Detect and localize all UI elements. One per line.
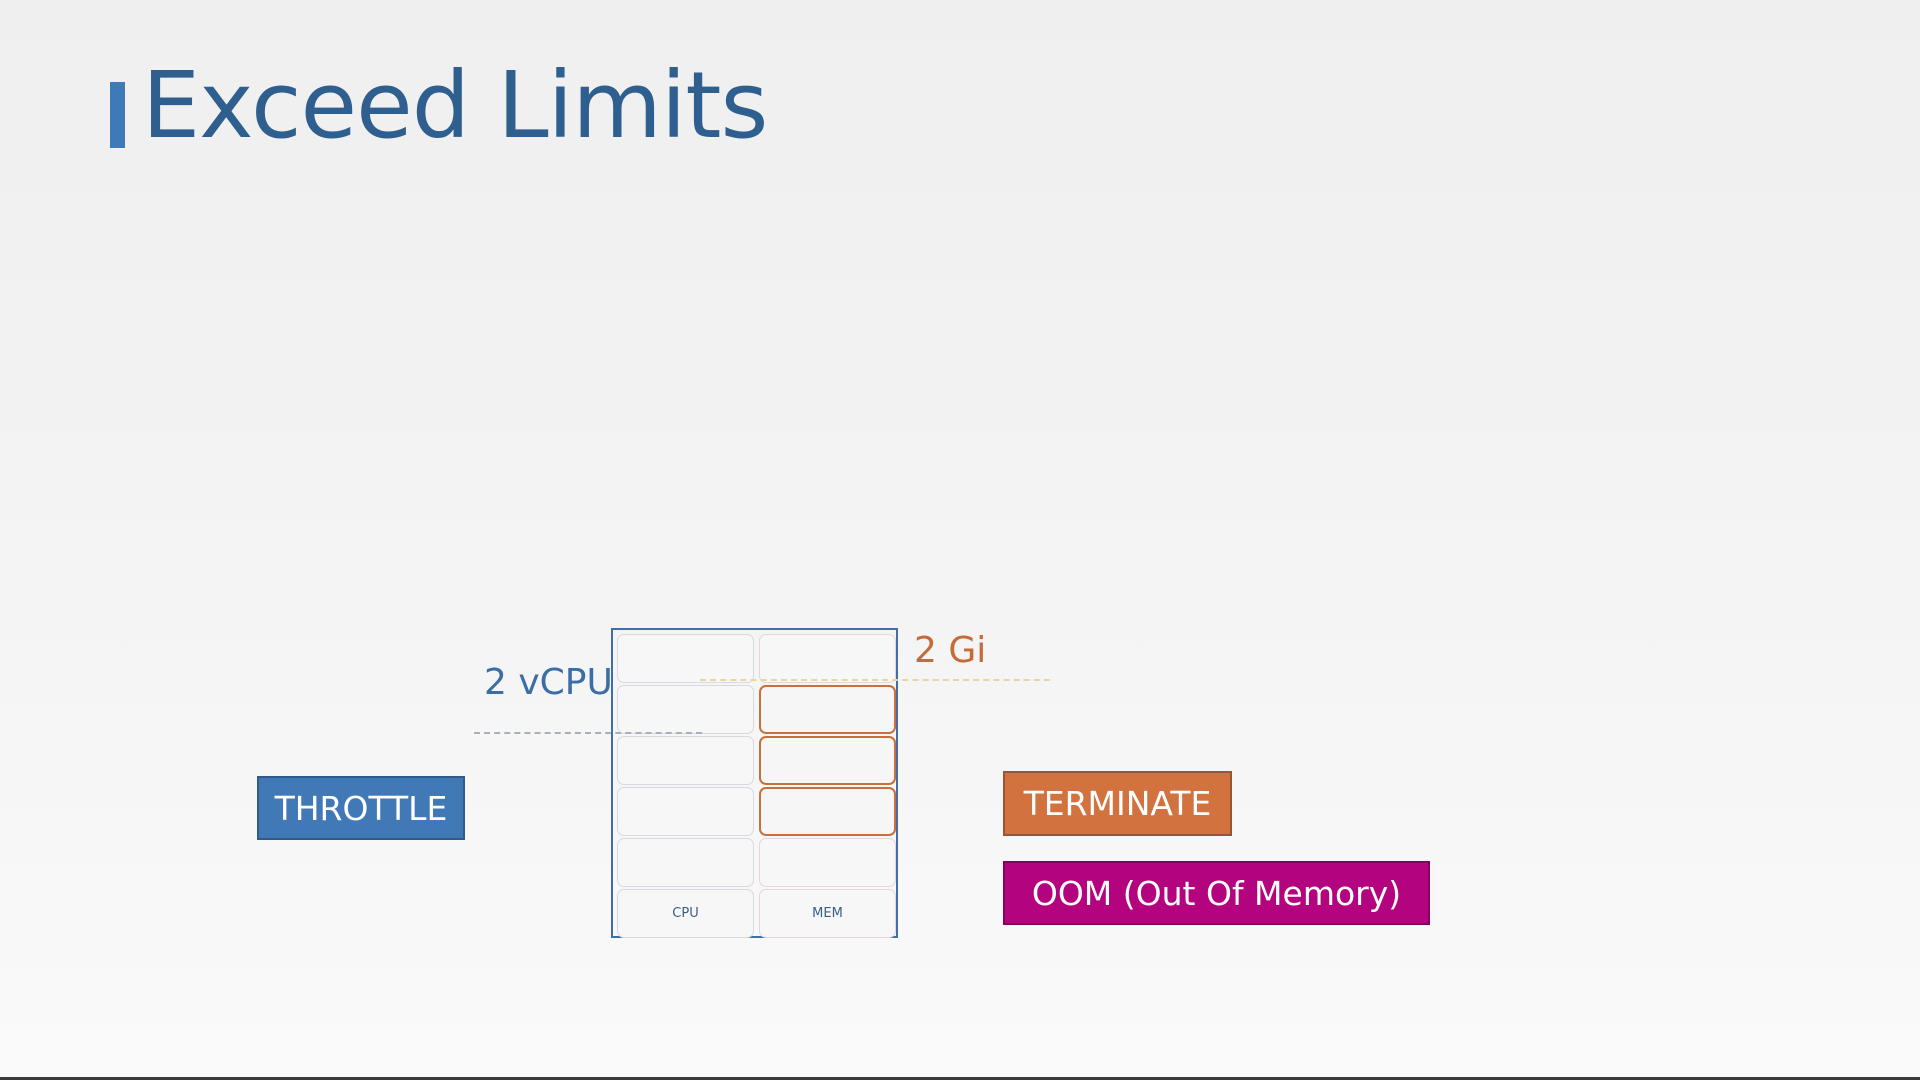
mem-limit-label: 2 Gi xyxy=(914,630,987,671)
mem-cell xyxy=(759,634,896,683)
mem-cell-used xyxy=(759,787,896,836)
cpu-limit-label: 2 vCPU xyxy=(484,662,613,703)
cpu-cell xyxy=(617,787,754,836)
cpu-cell xyxy=(617,685,754,734)
resource-grid: CPU MEM xyxy=(611,628,898,938)
throttle-badge: THROTTLE xyxy=(257,776,465,840)
cpu-cell xyxy=(617,634,754,683)
mem-column-label: MEM xyxy=(759,889,896,938)
title-accent-bar xyxy=(110,82,125,148)
cpu-column-label: CPU xyxy=(617,889,754,938)
mem-cell xyxy=(759,838,896,887)
terminate-badge: TERMINATE xyxy=(1003,771,1232,836)
mem-limit-line xyxy=(700,679,1050,681)
cpu-limit-line xyxy=(474,732,702,734)
mem-cell-used xyxy=(759,685,896,734)
mem-cell-used xyxy=(759,736,896,785)
cpu-cell xyxy=(617,838,754,887)
slide-title: Exceed Limits xyxy=(142,52,768,159)
cpu-cell xyxy=(617,736,754,785)
oom-badge: OOM (Out Of Memory) xyxy=(1003,861,1430,925)
